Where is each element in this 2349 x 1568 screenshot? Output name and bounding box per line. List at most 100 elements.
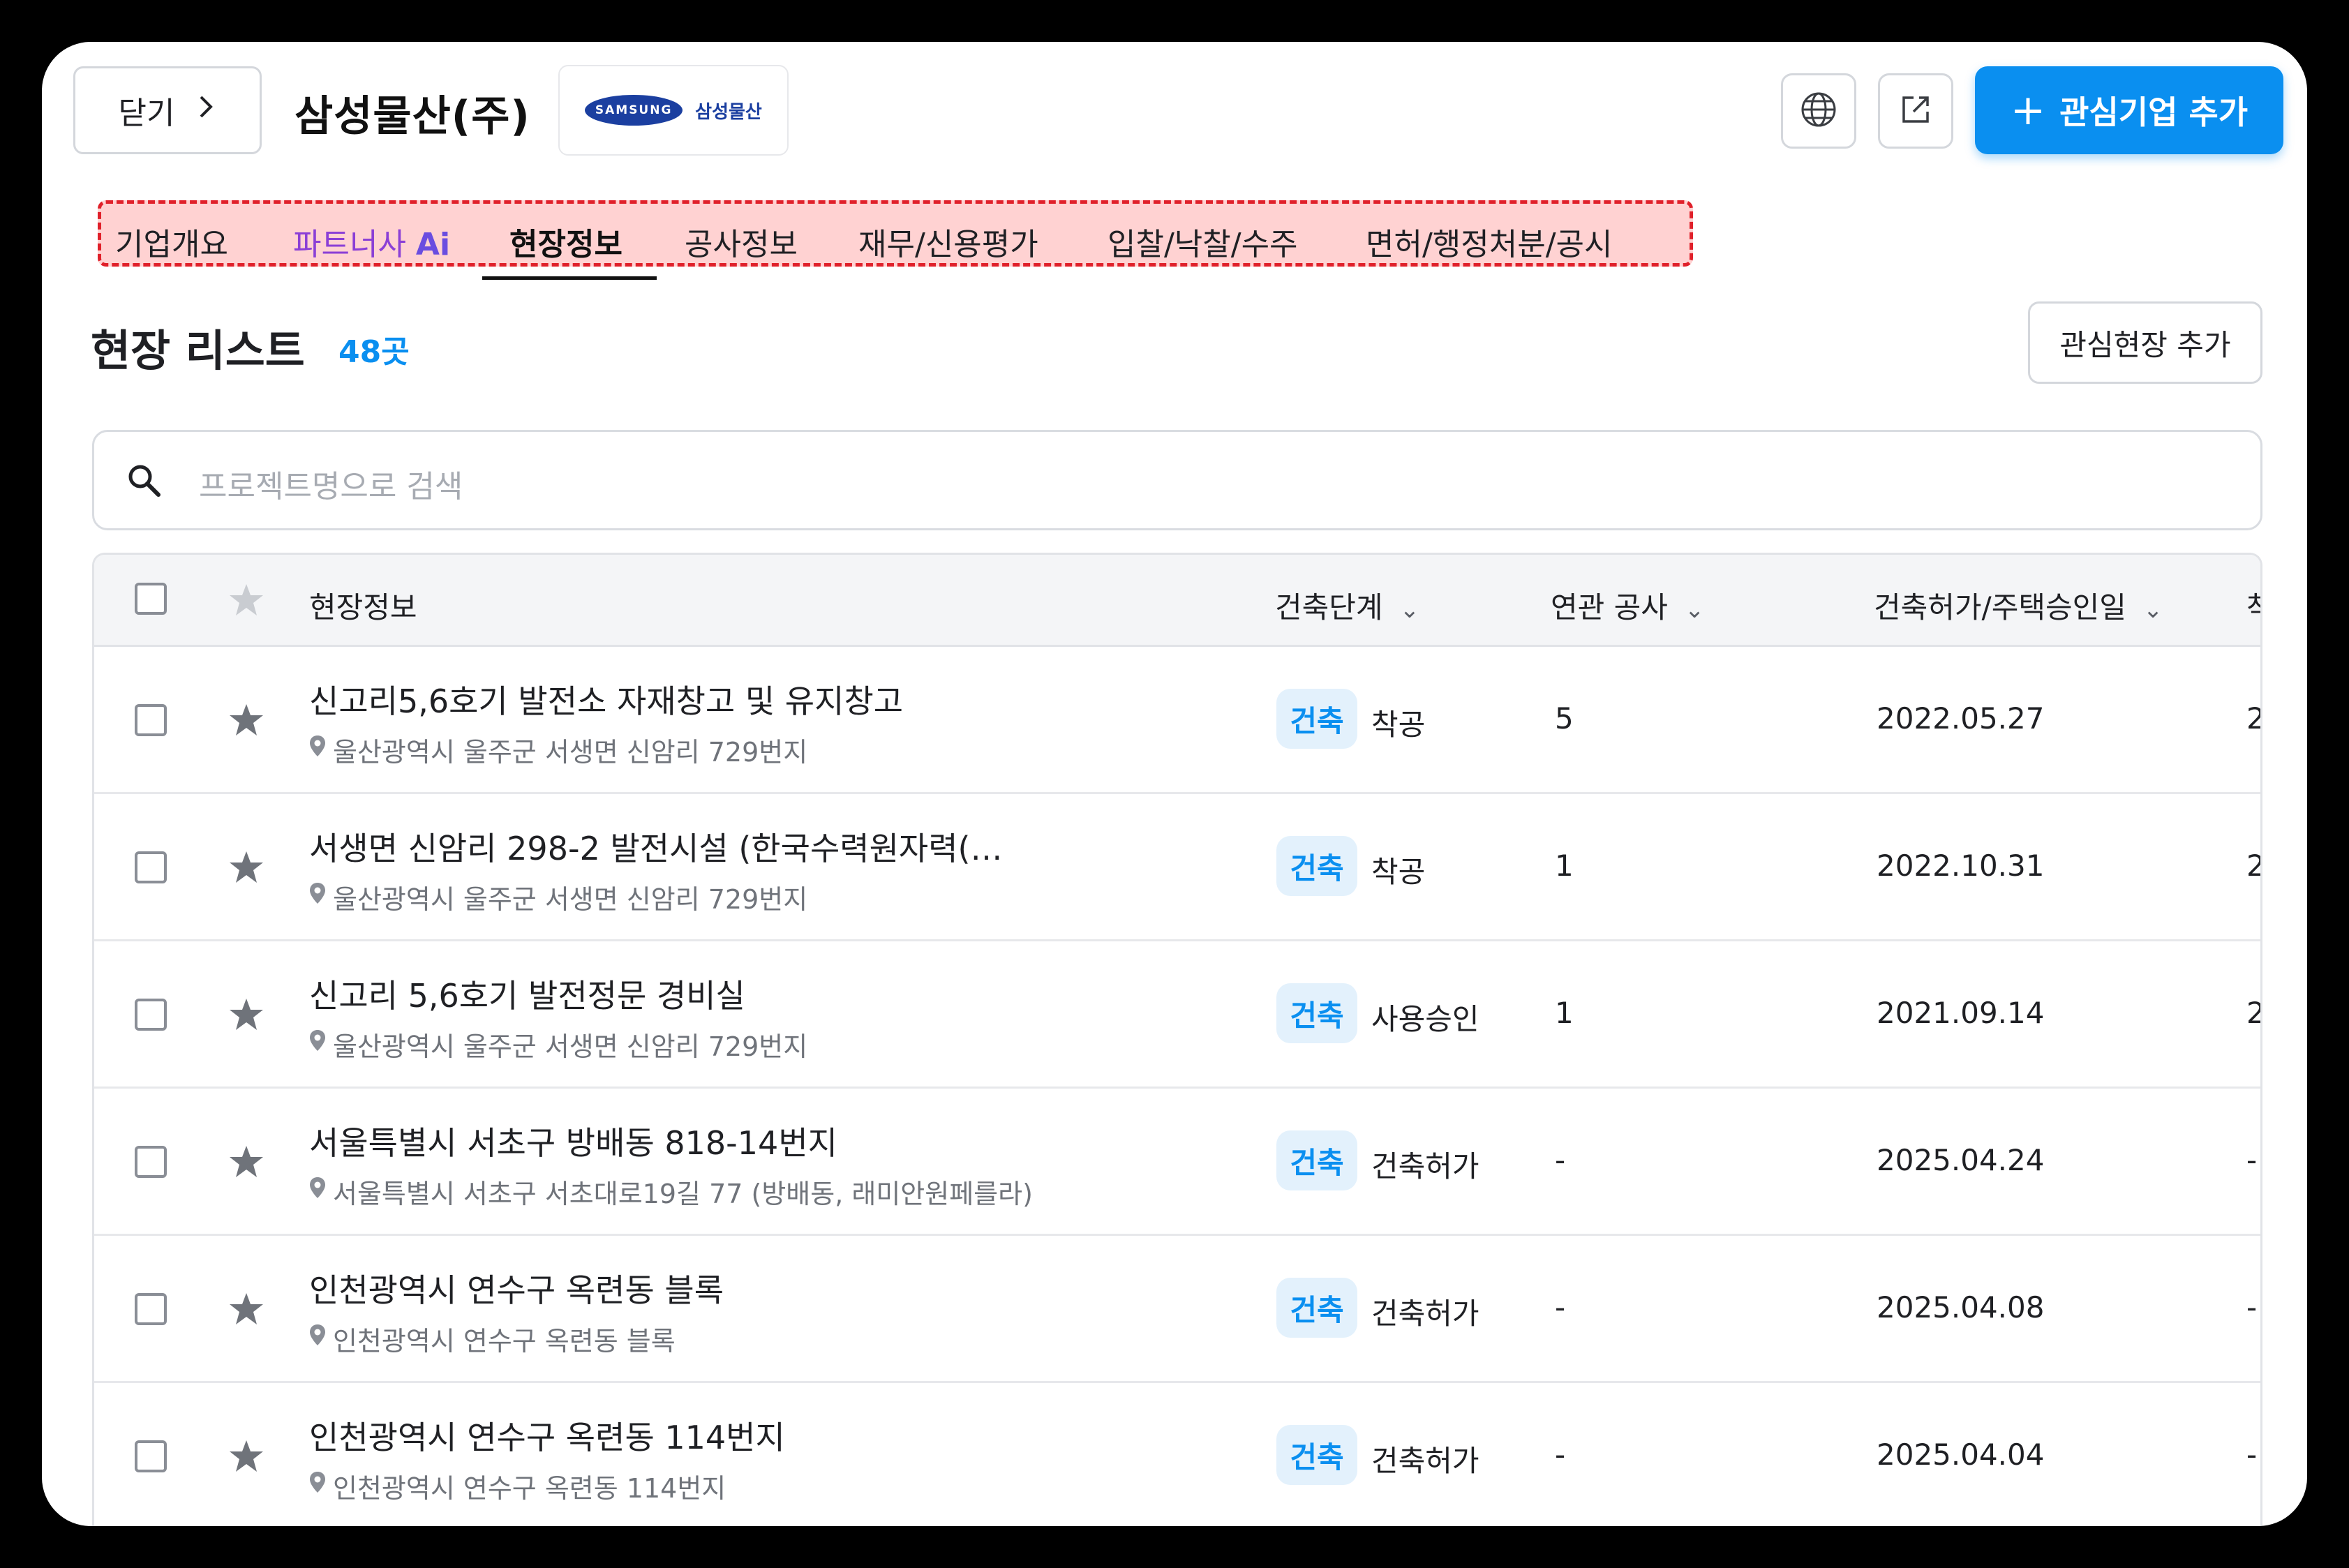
list-count: 48곳 bbox=[338, 334, 410, 370]
chevron-down-icon: ⌄ bbox=[2142, 596, 2163, 624]
chevron-down-icon: ⌄ bbox=[1399, 596, 1420, 624]
star-icon[interactable] bbox=[228, 583, 264, 620]
site-title[interactable]: 서생면 신암리 298-2 발전시설 (한국수력원자력(… bbox=[309, 823, 1003, 869]
row-checkbox[interactable] bbox=[135, 1146, 167, 1178]
select-all-checkbox[interactable] bbox=[135, 583, 167, 615]
close-button[interactable]: 닫기 bbox=[73, 66, 262, 154]
star-icon[interactable] bbox=[228, 703, 264, 740]
site-address: 울산광역시 울주군 서생면 신암리 729번지 bbox=[333, 1031, 808, 1062]
site-title[interactable]: 인천광역시 연수구 옥련동 블록 bbox=[309, 1265, 724, 1311]
permit-date: 2021.09.14 bbox=[1877, 996, 2045, 1030]
extra-value: 2( bbox=[2246, 701, 2260, 736]
extra-value: - bbox=[2246, 1143, 2258, 1177]
search-icon bbox=[125, 461, 164, 503]
permit-date: 2025.04.04 bbox=[1877, 1438, 2045, 1472]
permit-date: 2022.10.31 bbox=[1877, 849, 2045, 883]
stage-value: 건축허가 bbox=[1371, 1444, 1479, 1478]
star-icon[interactable] bbox=[228, 850, 264, 888]
row-checkbox[interactable] bbox=[135, 704, 167, 736]
globe-button[interactable] bbox=[1781, 73, 1856, 149]
logo-text: 삼성물산 bbox=[695, 101, 762, 123]
related-count: 1 bbox=[1555, 849, 1574, 883]
column-site-info: 현장정보 bbox=[309, 590, 417, 625]
site-address: 서울특별시 서초구 서초대로19길 77 (방배동, 래미안원페를라) bbox=[333, 1179, 1033, 1209]
add-interest-site-button[interactable]: 관심현장 추가 bbox=[2028, 301, 2262, 384]
tab-site-info[interactable]: 현장정보 bbox=[509, 219, 622, 264]
row-checkbox[interactable] bbox=[135, 999, 167, 1031]
permit-date: 2025.04.24 bbox=[1877, 1143, 2045, 1177]
related-count: 1 bbox=[1555, 996, 1574, 1030]
star-icon[interactable] bbox=[228, 1439, 264, 1477]
location-pin-icon bbox=[309, 1324, 326, 1349]
row-checkbox[interactable] bbox=[135, 1440, 167, 1472]
related-count: - bbox=[1555, 1143, 1566, 1177]
site-title[interactable]: 신고리 5,6호기 발전정문 경비실 bbox=[309, 971, 745, 1017]
site-title[interactable]: 인천광역시 연수구 옥련동 114번지 bbox=[309, 1412, 785, 1458]
list-title: 현장 리스트 bbox=[91, 325, 305, 376]
chevron-right-icon bbox=[195, 93, 216, 128]
site-address: 인천광역시 연수구 옥련동 114번지 bbox=[333, 1473, 726, 1504]
location-pin-icon bbox=[309, 882, 326, 907]
row-checkbox[interactable] bbox=[135, 1293, 167, 1325]
ai-label: Ai bbox=[415, 227, 451, 262]
table-row[interactable]: 인천광역시 연수구 옥련동 블록 인천광역시 연수구 옥련동 블록 건축 건축허… bbox=[94, 1236, 2260, 1383]
external-link-button[interactable] bbox=[1878, 73, 1953, 149]
star-icon[interactable] bbox=[228, 997, 264, 1035]
column-related[interactable]: 연관 공사 ⌄ bbox=[1551, 584, 1704, 627]
column-extra: 착 bbox=[2246, 584, 2260, 627]
tab-company-overview[interactable]: 기업개요 bbox=[115, 219, 228, 264]
table-row[interactable]: 서생면 신암리 298-2 발전시설 (한국수력원자력(… 울산광역시 울주군 … bbox=[94, 794, 2260, 941]
plus-icon: + bbox=[2010, 86, 2046, 135]
external-link-icon bbox=[1898, 92, 1933, 130]
permit-date: 2022.05.27 bbox=[1877, 701, 2045, 736]
stage-badge: 건축 bbox=[1276, 1278, 1357, 1338]
stage-value: 건축허가 bbox=[1371, 1149, 1479, 1184]
related-count: - bbox=[1555, 1438, 1566, 1472]
related-count: - bbox=[1555, 1290, 1566, 1324]
column-stage[interactable]: 건축단계 ⌄ bbox=[1275, 584, 1419, 627]
table-header: 현장정보 건축단계⌄ 연관 공사⌄ 건축허가/주택승인일⌄ 착 bbox=[94, 555, 2260, 647]
stage-badge: 건축 bbox=[1276, 836, 1357, 896]
company-name: 삼성물산(주) bbox=[294, 92, 530, 141]
samsung-logo-icon: SAMSUNG bbox=[585, 95, 683, 126]
site-address: 울산광역시 울주군 서생면 신암리 729번지 bbox=[333, 737, 808, 768]
row-checkbox[interactable] bbox=[135, 851, 167, 883]
site-title[interactable]: 신고리5,6호기 발전소 자재창고 및 유지창고 bbox=[309, 676, 903, 722]
star-icon[interactable] bbox=[228, 1292, 264, 1329]
extra-value: 2( bbox=[2246, 849, 2260, 883]
device-frame: 닫기 삼성물산(주) SAMSUNG 삼성물산 + 관심기업 추가 기업개요 파… bbox=[0, 0, 2349, 1568]
star-icon[interactable] bbox=[228, 1144, 264, 1182]
site-address: 울산광역시 울주군 서생면 신암리 729번지 bbox=[333, 884, 808, 915]
add-interest-company-button[interactable]: + 관심기업 추가 bbox=[1975, 66, 2283, 154]
search-placeholder: 프로젝트명으로 검색 bbox=[199, 469, 463, 505]
tab-bidding[interactable]: 입찰/낙찰/수주 bbox=[1108, 219, 1298, 264]
site-table: 현장정보 건축단계⌄ 연관 공사⌄ 건축허가/주택승인일⌄ 착 신고리5,6호기… bbox=[92, 553, 2262, 1526]
tab-license-admin[interactable]: 면허/행정처분/공시 bbox=[1366, 219, 1613, 264]
stage-value: 사용승인 bbox=[1371, 1002, 1479, 1036]
column-permit-date[interactable]: 건축허가/주택승인일 ⌄ bbox=[1874, 584, 2163, 627]
table-row[interactable]: 신고리5,6호기 발전소 자재창고 및 유지창고 울산광역시 울주군 서생면 신… bbox=[94, 647, 2260, 794]
tab-partners-ai[interactable]: 파트너사 Ai bbox=[293, 219, 450, 264]
table-row[interactable]: 서울특별시 서초구 방배동 818-14번지 서울특별시 서초구 서초대로19길… bbox=[94, 1089, 2260, 1236]
table-row[interactable]: 신고리 5,6호기 발전정문 경비실 울산광역시 울주군 서생면 신암리 729… bbox=[94, 941, 2260, 1089]
related-count: 5 bbox=[1555, 701, 1574, 736]
add-company-label: 관심기업 추가 bbox=[2059, 94, 2249, 131]
site-address: 인천광역시 연수구 옥련동 블록 bbox=[333, 1326, 676, 1357]
company-logo: SAMSUNG 삼성물산 bbox=[558, 65, 789, 156]
active-tab-indicator bbox=[482, 276, 657, 280]
location-pin-icon bbox=[309, 1177, 326, 1202]
extra-value: - bbox=[2246, 1290, 2258, 1324]
permit-date: 2025.04.08 bbox=[1877, 1290, 2045, 1324]
stage-value: 착공 bbox=[1371, 855, 1426, 889]
location-pin-icon bbox=[309, 735, 326, 760]
stage-badge: 건축 bbox=[1276, 1130, 1357, 1190]
stage-badge: 건축 bbox=[1276, 689, 1357, 749]
site-title[interactable]: 서울특별시 서초구 방배동 818-14번지 bbox=[309, 1118, 837, 1164]
location-pin-icon bbox=[309, 1471, 326, 1496]
tab-construction-info[interactable]: 공사정보 bbox=[685, 219, 798, 264]
extra-value: - bbox=[2246, 1438, 2258, 1472]
tab-finance-credit[interactable]: 재무/신용평가 bbox=[858, 219, 1038, 264]
table-row[interactable]: 인천광역시 연수구 옥련동 114번지 인천광역시 연수구 옥련동 114번지 … bbox=[94, 1383, 2260, 1526]
search-field[interactable]: 프로젝트명으로 검색 bbox=[92, 430, 2262, 530]
tab-bar: 기업개요 파트너사 Ai 현장정보 공사정보 재무/신용평가 입찰/낙찰/수주 … bbox=[98, 200, 1693, 267]
